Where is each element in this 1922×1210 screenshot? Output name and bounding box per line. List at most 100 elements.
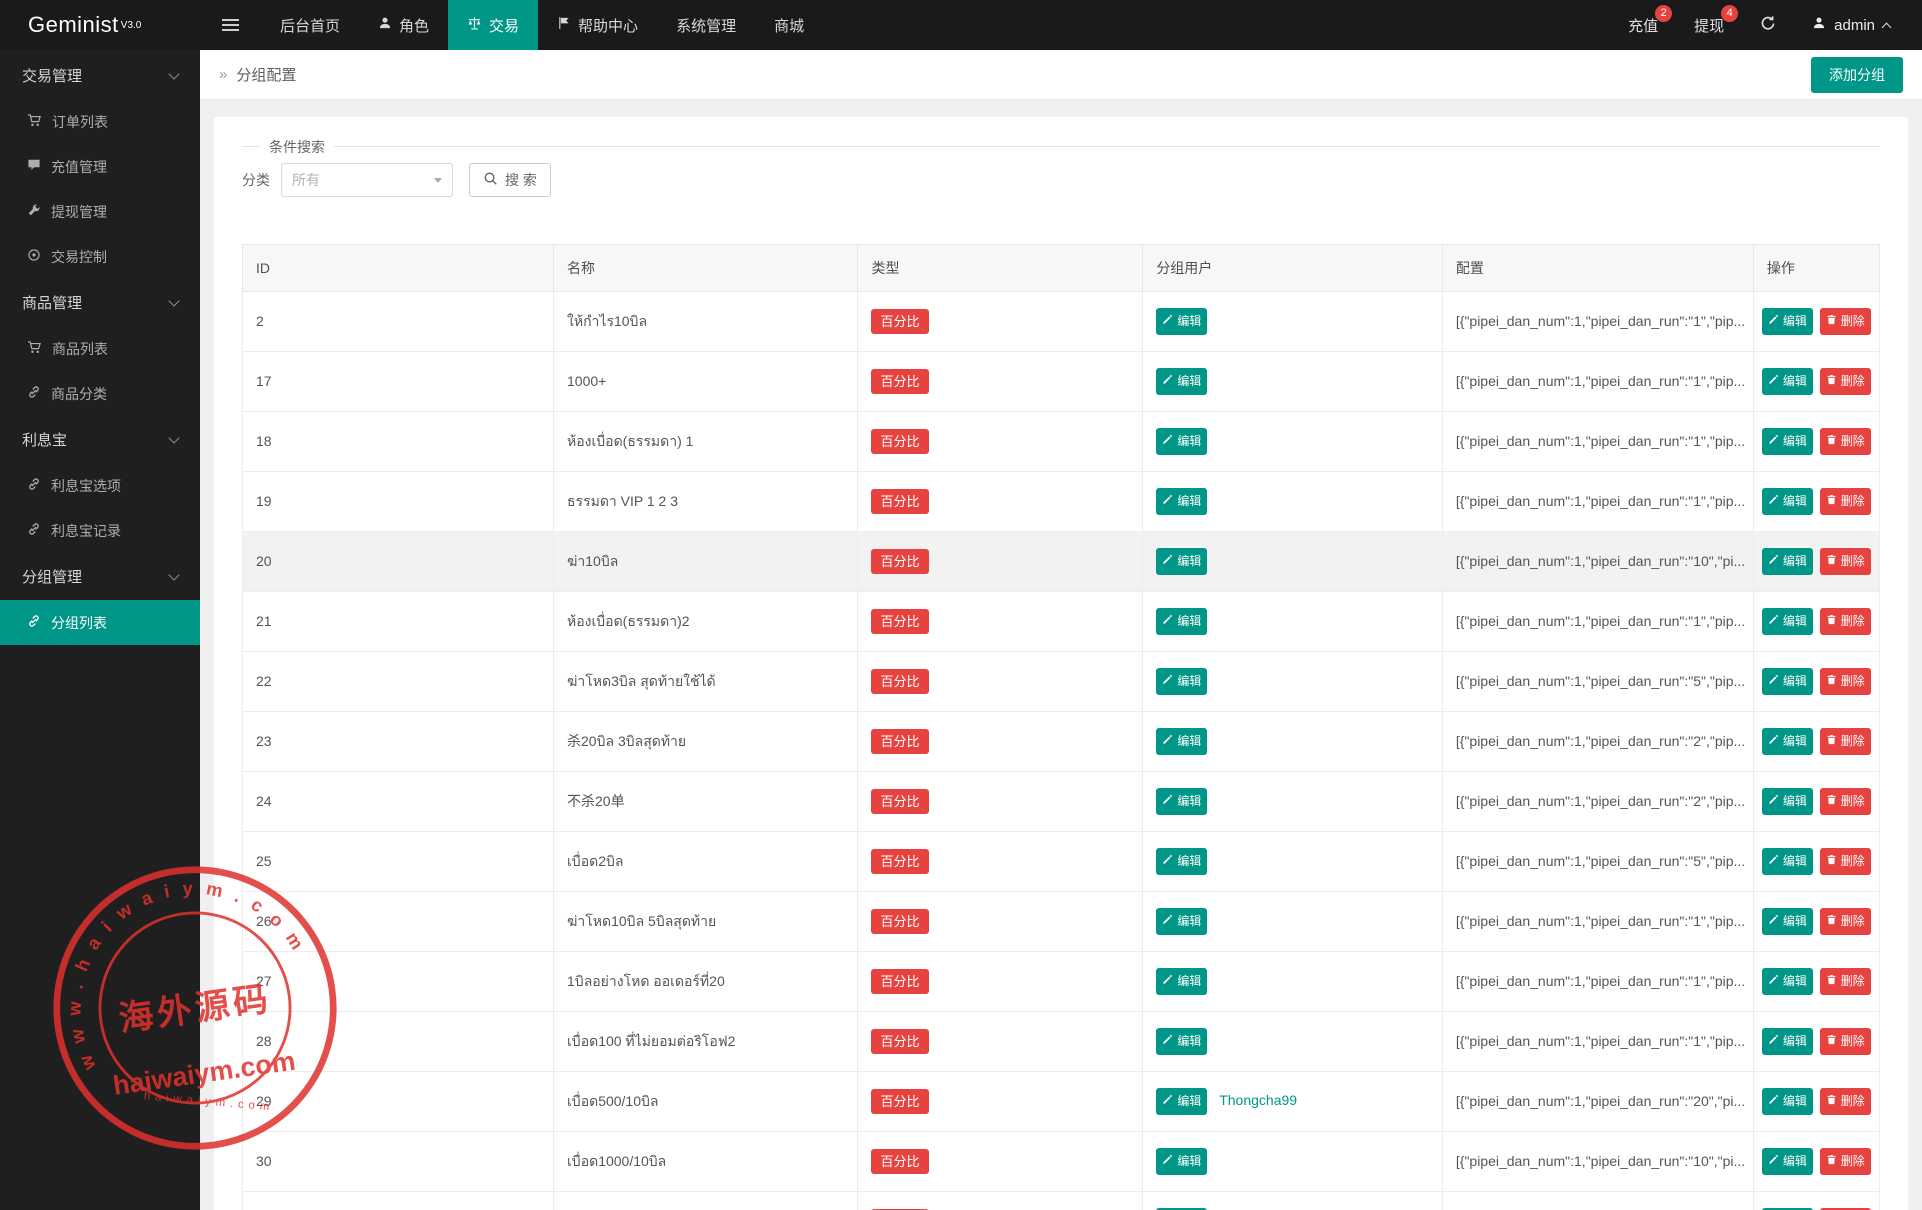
group-edit-button[interactable]: 编辑 (1156, 848, 1207, 875)
topnav-item-system[interactable]: 系统管理 (657, 0, 755, 50)
cell-config: [{"pipei_dan_num":1,"pipei_dan_run":"5",… (1442, 832, 1753, 892)
cell-group-user: 编辑 (1143, 1192, 1443, 1210)
group-edit-button[interactable]: 编辑 (1156, 428, 1207, 455)
delete-button[interactable]: 删除 (1820, 488, 1871, 515)
delete-button[interactable]: 删除 (1820, 848, 1871, 875)
sidebar-section-goods[interactable]: 商品管理 (0, 279, 200, 326)
delete-button[interactable]: 删除 (1820, 668, 1871, 695)
delete-button[interactable]: 删除 (1820, 968, 1871, 995)
type-badge: 百分比 (871, 1029, 928, 1054)
cell-type: 百分比 (858, 712, 1143, 772)
cell-id: 24 (243, 772, 554, 832)
edit-button[interactable]: 编辑 (1762, 1088, 1813, 1115)
sidebar-item-label: 利息宝记录 (51, 521, 121, 541)
sidebar-item-recharge-mgmt[interactable]: 充值管理 (0, 144, 200, 189)
delete-label: 删除 (1841, 792, 1865, 811)
trash-icon (1826, 1032, 1837, 1051)
section-label: 利息宝 (22, 429, 67, 450)
topnav-item-role[interactable]: 角色 (359, 0, 448, 50)
refresh-icon[interactable] (1760, 15, 1776, 35)
group-edit-button[interactable]: 编辑 (1156, 608, 1207, 635)
cell-config: [{"pipei_dan_num":1,"pipei_dan_run":"1",… (1442, 352, 1753, 412)
delete-button[interactable]: 删除 (1820, 788, 1871, 815)
cell-name: เบื่อด100 ที่ไม่ยอมต่อริโอฟ2 (554, 1012, 858, 1072)
group-edit-button[interactable]: 编辑 (1156, 728, 1207, 755)
add-group-button[interactable]: 添加分组 (1811, 57, 1903, 93)
delete-button[interactable]: 删除 (1820, 608, 1871, 635)
edit-button[interactable]: 编辑 (1762, 908, 1813, 935)
sidebar-item-goods-list[interactable]: 商品列表 (0, 326, 200, 371)
sidebar-item-lixibao-options[interactable]: 利息宝选项 (0, 463, 200, 508)
edit-button[interactable]: 编辑 (1762, 428, 1813, 455)
sidebar-section-group[interactable]: 分组管理 (0, 553, 200, 600)
trash-icon (1826, 732, 1837, 751)
edit-button[interactable]: 编辑 (1762, 548, 1813, 575)
recharge-link[interactable]: 充值 2 (1628, 15, 1658, 36)
edit-label: 编辑 (1783, 912, 1807, 931)
edit-button[interactable]: 编辑 (1762, 968, 1813, 995)
edit-button[interactable]: 编辑 (1762, 308, 1813, 335)
group-edit-button[interactable]: 编辑 (1156, 1088, 1207, 1115)
topnav-item-trade[interactable]: 交易 (448, 0, 538, 50)
sidebar-item-goods-category[interactable]: 商品分类 (0, 371, 200, 416)
pencil-icon (1162, 912, 1173, 931)
wrench-icon (27, 203, 41, 220)
search-button[interactable]: 搜 索 (469, 163, 551, 197)
type-badge: 百分比 (871, 969, 928, 994)
edit-button[interactable]: 编辑 (1762, 368, 1813, 395)
edit-button[interactable]: 编辑 (1762, 728, 1813, 755)
topnav-item-home[interactable]: 后台首页 (261, 0, 359, 50)
group-edit-button[interactable]: 编辑 (1156, 788, 1207, 815)
delete-button[interactable]: 删除 (1820, 428, 1871, 455)
delete-button[interactable]: 删除 (1820, 1088, 1871, 1115)
delete-button[interactable]: 删除 (1820, 1148, 1871, 1175)
delete-button[interactable]: 删除 (1820, 548, 1871, 575)
breadcrumb: » 分组配置 (219, 64, 296, 85)
user-menu[interactable]: admin (1812, 16, 1890, 34)
cell-actions: 编辑 删除 (1753, 1192, 1879, 1210)
link-icon (27, 614, 41, 631)
sidebar-item-order-list[interactable]: 订单列表 (0, 99, 200, 144)
withdraw-link[interactable]: 提现 4 (1694, 15, 1724, 36)
group-user-link[interactable]: Thongcha99 (1219, 1092, 1297, 1108)
edit-button[interactable]: 编辑 (1762, 1028, 1813, 1055)
app-logo-text: Geminist (28, 12, 119, 38)
edit-button[interactable]: 编辑 (1762, 668, 1813, 695)
category-select[interactable]: 所有 (281, 163, 453, 197)
table-row: 22 ฆ่าโหด3บิล สุดท้ายใช้ได้ 百分比 编辑 [{"pi… (243, 652, 1880, 712)
pencil-icon (1162, 552, 1173, 571)
sidebar-item-group-list[interactable]: 分组列表 (0, 600, 200, 645)
delete-button[interactable]: 删除 (1820, 728, 1871, 755)
delete-button[interactable]: 删除 (1820, 908, 1871, 935)
group-edit-button[interactable]: 编辑 (1156, 368, 1207, 395)
sidebar-toggle-icon[interactable] (200, 0, 261, 50)
delete-button[interactable]: 删除 (1820, 368, 1871, 395)
delete-button[interactable]: 删除 (1820, 1028, 1871, 1055)
link-icon (27, 477, 41, 494)
group-edit-button[interactable]: 编辑 (1156, 1148, 1207, 1175)
group-edit-button[interactable]: 编辑 (1156, 488, 1207, 515)
edit-button[interactable]: 编辑 (1762, 1148, 1813, 1175)
edit-button[interactable]: 编辑 (1762, 788, 1813, 815)
group-edit-button[interactable]: 编辑 (1156, 548, 1207, 575)
group-edit-button[interactable]: 编辑 (1156, 968, 1207, 995)
sidebar-section-lixibao[interactable]: 利息宝 (0, 416, 200, 463)
cell-group-user: 编辑 (1143, 952, 1443, 1012)
cell-group-user: 编辑 (1143, 652, 1443, 712)
group-edit-button[interactable]: 编辑 (1156, 668, 1207, 695)
delete-button[interactable]: 删除 (1820, 308, 1871, 335)
topnav-item-mall[interactable]: 商城 (755, 0, 823, 50)
sidebar-section-trade[interactable]: 交易管理 (0, 52, 200, 99)
sidebar-item-lixibao-records[interactable]: 利息宝记录 (0, 508, 200, 553)
topnav-item-help[interactable]: 帮助中心 (538, 0, 657, 50)
edit-button[interactable]: 编辑 (1762, 488, 1813, 515)
group-edit-button[interactable]: 编辑 (1156, 308, 1207, 335)
group-edit-button[interactable]: 编辑 (1156, 908, 1207, 935)
cell-group-user: 编辑 (1143, 1012, 1443, 1072)
sidebar-item-withdraw-mgmt[interactable]: 提现管理 (0, 189, 200, 234)
sidebar-item-trade-control[interactable]: 交易控制 (0, 234, 200, 279)
edit-button[interactable]: 编辑 (1762, 608, 1813, 635)
group-edit-button[interactable]: 编辑 (1156, 1028, 1207, 1055)
edit-button[interactable]: 编辑 (1762, 848, 1813, 875)
cell-id: 28 (243, 1012, 554, 1072)
